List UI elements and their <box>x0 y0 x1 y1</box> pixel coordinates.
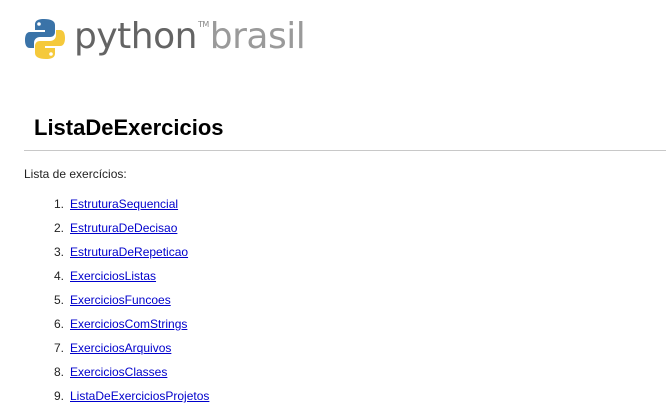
list-item-number: 7. <box>53 341 64 355</box>
list-item: 8. ExerciciosClasses <box>24 364 209 388</box>
exercise-link[interactable]: ListaDeExerciciosProjetos <box>70 388 209 412</box>
exercise-link[interactable]: ExerciciosArquivos <box>70 340 171 364</box>
list-item: 9. ListaDeExerciciosProjetos <box>24 388 209 412</box>
list-item: 6. ExerciciosComStrings <box>24 316 209 340</box>
intro-text: Lista de exercícios: <box>24 167 127 181</box>
exercise-link[interactable]: ExerciciosListas <box>70 268 156 292</box>
logo-trademark: TM <box>197 20 209 29</box>
list-item-number: 2. <box>53 221 64 235</box>
page-title-bar: ListaDeExercicios <box>24 108 666 151</box>
exercise-link[interactable]: ExerciciosComStrings <box>70 316 187 340</box>
python-logo-icon[interactable] <box>24 17 66 61</box>
list-item-number: 5. <box>53 293 64 307</box>
exercise-link[interactable]: EstruturaDeRepeticao <box>70 244 188 268</box>
logo-brasil-text: brasil <box>209 16 306 57</box>
page-title: ListaDeExercicios <box>34 115 224 140</box>
list-item-number: 3. <box>53 245 64 259</box>
exercise-link[interactable]: EstruturaSequencial <box>70 196 178 220</box>
list-item: 3. EstruturaDeRepeticao <box>24 244 209 268</box>
exercise-link[interactable]: ExerciciosFuncoes <box>70 292 171 316</box>
list-item: 2. EstruturaDeDecisao <box>24 220 209 244</box>
list-item: 1. EstruturaSequencial <box>24 196 209 220</box>
exercise-link[interactable]: ExerciciosClasses <box>70 364 167 388</box>
list-item-number: 9. <box>53 389 64 403</box>
list-item: 4. ExerciciosListas <box>24 268 209 292</box>
list-item: 7. ExerciciosArquivos <box>24 340 209 364</box>
exercise-link[interactable]: EstruturaDeDecisao <box>70 220 177 244</box>
list-item: 5. ExerciciosFuncoes <box>24 292 209 316</box>
list-item-number: 6. <box>53 317 64 331</box>
exercise-list: 1. EstruturaSequencial 2. EstruturaDeDec… <box>24 196 209 412</box>
site-header: python TM brasil <box>24 14 306 64</box>
list-item-number: 4. <box>53 269 64 283</box>
list-item-number: 1. <box>53 197 64 211</box>
logo-python-text: python <box>74 16 197 57</box>
list-item-number: 8. <box>53 365 64 379</box>
site-logo-wordmark[interactable]: python TM brasil <box>74 16 306 57</box>
